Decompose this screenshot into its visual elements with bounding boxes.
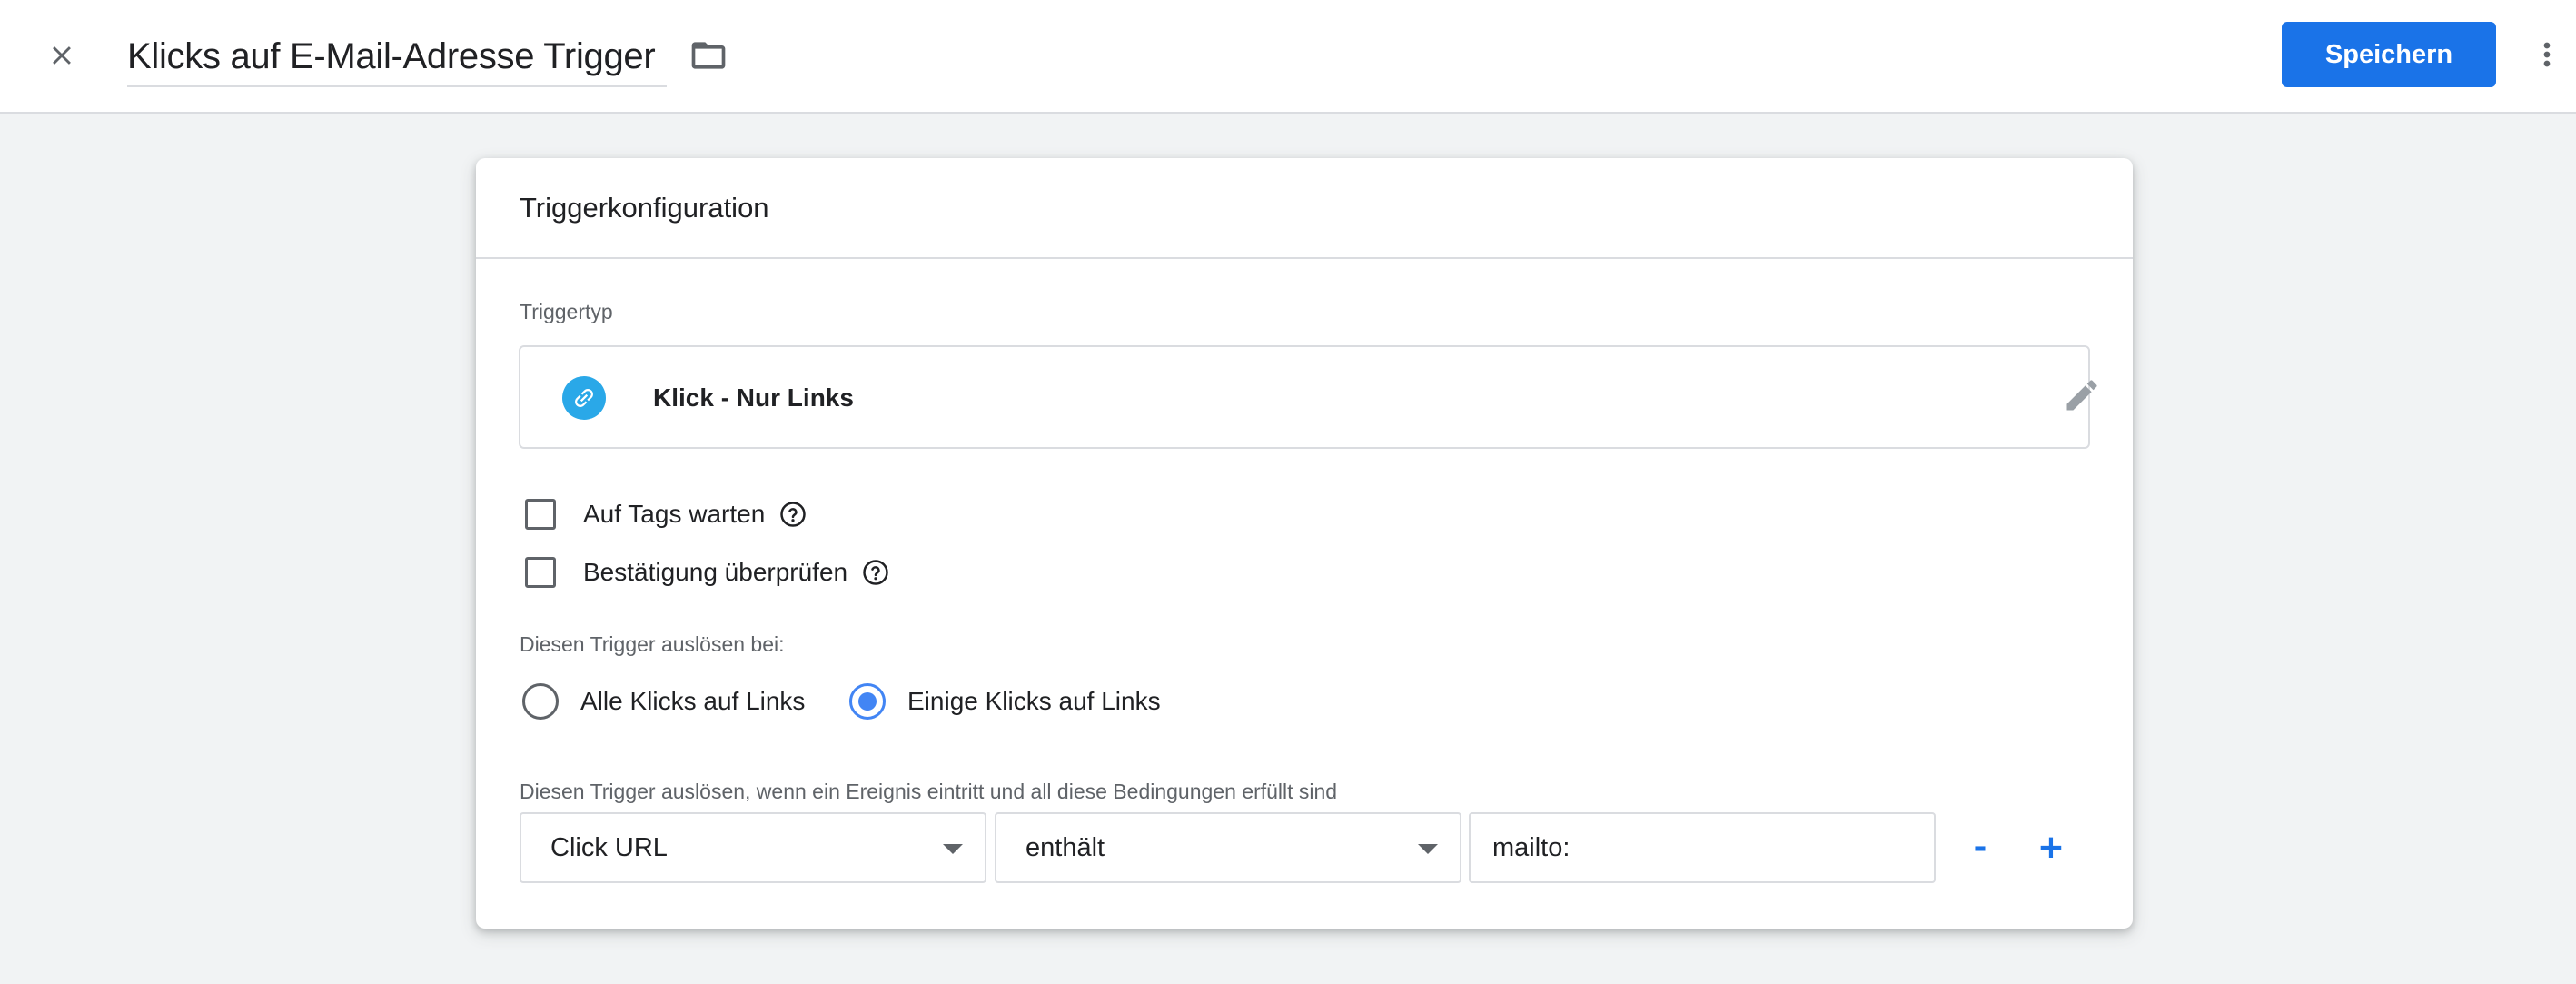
all-link-clicks-radio[interactable]	[522, 683, 559, 720]
all-link-clicks-label: Alle Klicks auf Links	[580, 687, 806, 715]
add-condition-button[interactable]: +	[2026, 821, 2076, 872]
fire-on-label: Diesen Trigger auslösen bei:	[520, 632, 785, 656]
remove-condition-button[interactable]: -	[1955, 821, 2006, 872]
operator-select-value: enthält	[1025, 832, 1105, 862]
card-header: Triggerkonfiguration	[476, 158, 2133, 259]
dropdown-arrow-icon	[1418, 844, 1438, 854]
variable-select[interactable]: Click URL	[520, 812, 986, 883]
some-link-clicks-option[interactable]: Einige Klicks auf Links	[849, 680, 1161, 723]
trigger-type-selector[interactable]: Klick - Nur Links	[519, 345, 2097, 449]
top-bar: Klicks auf E-Mail-Adresse Trigger Speich…	[0, 0, 2576, 114]
link-icon	[562, 376, 606, 420]
operator-select[interactable]: enthält	[995, 812, 1461, 883]
check-validation-checkbox[interactable]	[525, 557, 556, 588]
close-icon	[46, 40, 77, 75]
check-validation-option[interactable]: Bestätigung überprüfen	[525, 552, 889, 592]
help-icon[interactable]	[862, 559, 889, 586]
card-title: Triggerkonfiguration	[520, 191, 769, 224]
folder-button[interactable]	[683, 35, 734, 80]
trigger-configuration-card: Triggerkonfiguration Triggertyp Klick - …	[476, 158, 2133, 929]
more-options-button[interactable]	[2527, 25, 2567, 87]
wait-for-tags-label: Auf Tags warten	[583, 500, 766, 528]
dropdown-arrow-icon	[943, 844, 963, 854]
wait-for-tags-checkbox[interactable]	[525, 499, 556, 530]
conditions-label: Diesen Trigger auslösen, wenn ein Ereign…	[520, 780, 1338, 803]
close-button[interactable]	[33, 31, 91, 84]
trigger-type-name: Klick - Nur Links	[653, 383, 854, 412]
trigger-name-field[interactable]: Klicks auf E-Mail-Adresse Trigger	[127, 27, 667, 87]
some-link-clicks-radio[interactable]	[849, 683, 886, 720]
save-button[interactable]: Speichern	[2282, 22, 2496, 87]
folder-icon	[689, 35, 728, 80]
condition-value-input[interactable]	[1469, 812, 1936, 883]
edit-trigger-type-button[interactable]	[2059, 374, 2105, 420]
more-vert-icon	[2529, 36, 2565, 77]
all-link-clicks-option[interactable]: Alle Klicks auf Links	[522, 680, 805, 723]
trigger-type-label: Triggertyp	[520, 300, 613, 323]
wait-for-tags-option[interactable]: Auf Tags warten	[525, 494, 807, 534]
variable-select-value: Click URL	[550, 832, 668, 862]
pencil-icon	[2062, 375, 2102, 420]
trigger-name: Klicks auf E-Mail-Adresse Trigger	[127, 35, 656, 76]
some-link-clicks-label: Einige Klicks auf Links	[907, 687, 1161, 715]
help-icon[interactable]	[779, 501, 807, 528]
radio-selected-dot	[858, 692, 877, 711]
check-validation-label: Bestätigung überprüfen	[583, 558, 848, 586]
